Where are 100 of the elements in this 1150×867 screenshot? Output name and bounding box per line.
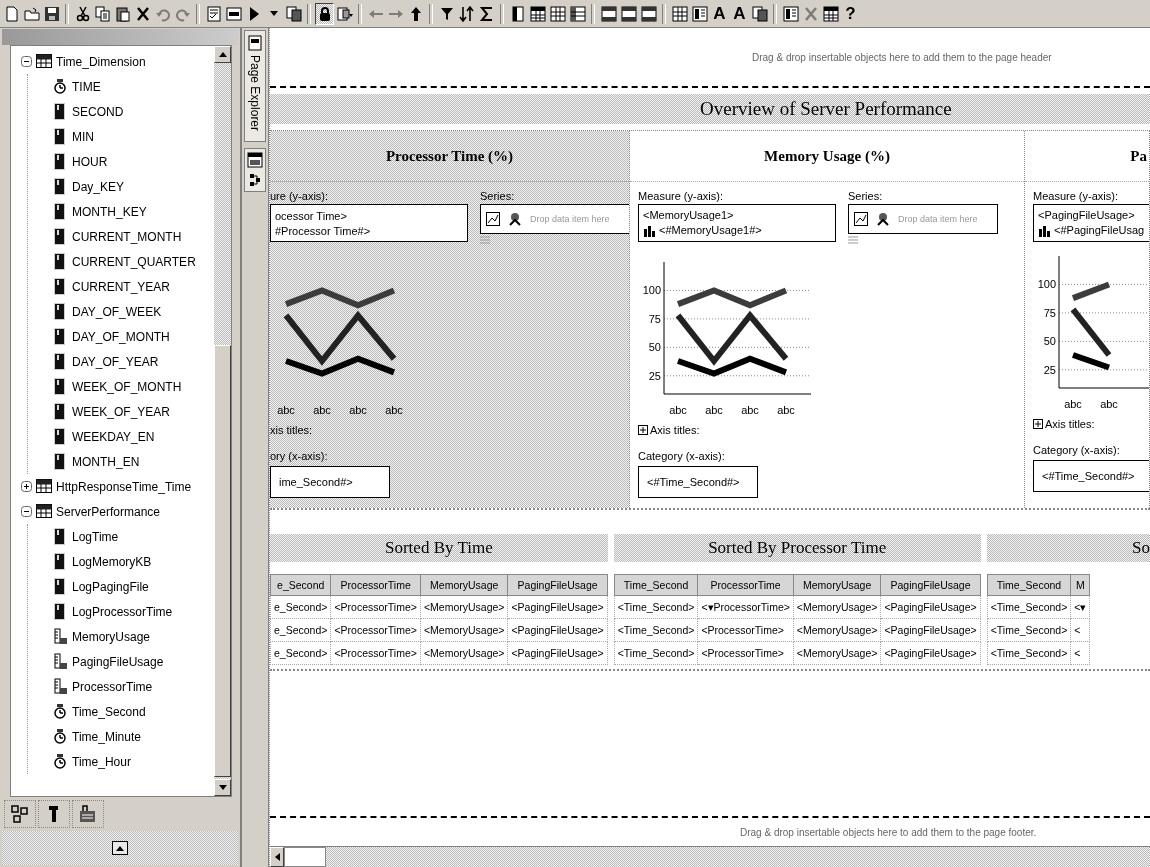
tree-item[interactable]: LogMemoryKB <box>72 554 152 569</box>
tree-item[interactable]: HttpResponseTime_Time <box>56 479 192 494</box>
category-drop-zone[interactable]: <#Time_Second#> <box>1033 460 1149 492</box>
tree-item[interactable]: MONTH_EN <box>72 454 140 469</box>
header-drop-hint: Drag & drop insertable objects here to add them to the page header <box>270 28 1150 88</box>
expand-button[interactable] <box>112 841 128 855</box>
tree-item[interactable]: Time_Minute <box>72 729 141 744</box>
toolbar-button[interactable]: A <box>730 2 749 25</box>
tree-item[interactable]: MONTH_KEY <box>72 204 147 219</box>
tree-item[interactable]: Day_KEY <box>72 179 125 194</box>
panel-tab[interactable] <box>38 800 70 828</box>
chart-icon <box>486 212 500 226</box>
category-drop-zone[interactable]: ime_Second#> <box>270 466 390 498</box>
tree-item[interactable]: Time_Hour <box>72 754 131 769</box>
layout-icon <box>782 5 799 22</box>
tree-item[interactable]: TIME <box>72 79 101 94</box>
column-icon <box>52 253 68 270</box>
tree-item[interactable]: WEEK_OF_YEAR <box>72 404 171 419</box>
table-cell: <MemoryUsage> <box>793 641 881 665</box>
panel-tab[interactable] <box>72 800 104 828</box>
data-item: #Processor Time#> <box>275 224 371 237</box>
collapse-icon[interactable] <box>21 506 32 517</box>
table-cell: <PagingFileUsage> <box>880 618 981 642</box>
chart-panel[interactable]: Pa Measure (y-axis): <PagingFileUsage> <#PagingFileUsag 25 50 75 100 abc abc Axis titles: Category (x-axis): <#Time_Second#> <box>1025 131 1150 508</box>
toolbar-button[interactable] <box>315 2 334 25</box>
scrollbar-thumb[interactable] <box>284 847 326 867</box>
expand-icon[interactable] <box>638 425 648 435</box>
page-explorer-tab[interactable]: Page Explorer <box>244 30 266 143</box>
tree-item[interactable]: Time_Dimension <box>56 54 146 69</box>
axis-label: abc <box>1100 398 1118 410</box>
measure-drop-zone[interactable]: <PagingFileUsage> <#PagingFileUsag <box>1033 204 1149 242</box>
sigma-icon <box>478 5 495 22</box>
rows-icon <box>600 5 617 22</box>
axis-label: abc <box>777 404 795 416</box>
column-header[interactable]: ProcessorTime <box>697 574 794 596</box>
chart-title: Memory Usage (%) <box>630 131 1024 182</box>
measure-drop-zone[interactable]: ocessor Time> #Processor Time#> <box>270 204 468 242</box>
measure-icon <box>52 653 68 670</box>
tree-item[interactable]: DAY_OF_WEEK <box>72 304 162 319</box>
tree-item[interactable]: LogProcessorTime <box>72 604 173 619</box>
table-cell: <PagingFileUsage> <box>880 641 981 665</box>
save-icon <box>43 5 60 22</box>
expand-icon[interactable] <box>21 481 32 492</box>
tree-item[interactable]: LogPagingFile <box>72 579 149 594</box>
layout-icon <box>691 5 708 22</box>
delete-icon <box>802 5 819 22</box>
table-cell: <Time_Second> <box>614 618 698 642</box>
column-header[interactable]: Time_Second <box>614 574 698 596</box>
clock-icon <box>52 78 68 95</box>
tree-item[interactable]: CURRENT_QUARTER <box>72 254 196 269</box>
axis-label: 25 <box>648 369 661 382</box>
toolbar-button[interactable]: A <box>710 2 729 25</box>
tree-item[interactable]: WEEK_OF_MONTH <box>72 379 182 394</box>
table-icon <box>36 53 52 70</box>
tree-item[interactable]: CURRENT_MONTH <box>72 229 182 244</box>
data-item: <#PagingFileUsag <box>1054 224 1145 236</box>
scrollbar[interactable] <box>270 846 1150 867</box>
scrollbar[interactable] <box>214 46 231 796</box>
axis-label: 50 <box>1043 335 1056 348</box>
tree-item[interactable]: ProcessorTime <box>72 679 153 694</box>
tree-item[interactable]: MIN <box>72 129 94 144</box>
tree-item[interactable]: SECOND <box>72 104 124 119</box>
axis-label: abc <box>741 404 759 416</box>
table-title: So <box>986 534 1150 562</box>
column-header[interactable]: MemoryUsage <box>420 574 508 596</box>
table-cell: <MemoryUsage> <box>420 595 508 619</box>
category-drop-zone[interactable]: <#Time_Second#> <box>638 466 758 498</box>
chart-panel[interactable]: Processor Time (%) ure (y-axis): ocessor Time> #Processor Time#> Series: Drop data item here abc abc abc abc xis titles: ory (x-axis): ime_Second#> <box>270 131 630 508</box>
chart-panel[interactable]: Memory Usage (%) Measure (y-axis): <MemoryUsage1> <#MemoryUsage1#> Series: Drop data item here 25 50 75 100 abc abc abc abc Axis titles: Category (x-axis): <#Time_Second#> <box>630 131 1025 508</box>
column-header[interactable]: PagingFileUsage <box>880 574 981 596</box>
tree-item[interactable]: HOUR <box>72 154 108 169</box>
tree-item[interactable]: Time_Second <box>72 704 146 719</box>
tree-item[interactable]: MemoryUsage <box>72 629 151 644</box>
field-label: xis titles: <box>270 424 313 436</box>
column-icon <box>52 128 68 145</box>
column-header[interactable]: ProcessorTime <box>330 574 421 596</box>
measure-drop-zone[interactable]: <MemoryUsage1> <#MemoryUsage1#> <box>638 204 836 242</box>
clock-icon <box>52 703 68 720</box>
tree-item[interactable]: PagingFileUsage <box>72 654 164 669</box>
tree-item[interactable]: DAY_OF_YEAR <box>72 354 159 369</box>
toolbar-button[interactable]: ? <box>841 2 860 25</box>
bar-chart-icon <box>643 223 657 237</box>
panel-tab[interactable] <box>4 800 36 828</box>
expand-icon[interactable] <box>1033 419 1043 429</box>
column-header[interactable]: PagingFileUsage <box>507 574 608 596</box>
column-header[interactable]: MemoryUsage <box>793 574 881 596</box>
side-tab[interactable] <box>244 148 266 193</box>
column-header[interactable]: e_Second <box>270 574 331 596</box>
table-icon <box>36 503 52 520</box>
tree-item[interactable]: ServerPerformance <box>56 504 161 519</box>
tree-item[interactable]: WEEKDAY_EN <box>72 429 155 444</box>
tree-item[interactable]: DAY_OF_MONTH <box>72 329 170 344</box>
collapse-icon[interactable] <box>21 56 32 67</box>
column-header[interactable]: Time_Second <box>987 574 1071 596</box>
tree-item[interactable]: LogTime <box>72 529 119 544</box>
tree-item[interactable]: CURRENT_YEAR <box>72 279 170 294</box>
column-icon <box>52 528 68 545</box>
sort-icon <box>458 5 475 22</box>
table-cell: e_Second> <box>270 618 331 642</box>
table-cell: < <box>1070 641 1090 665</box>
